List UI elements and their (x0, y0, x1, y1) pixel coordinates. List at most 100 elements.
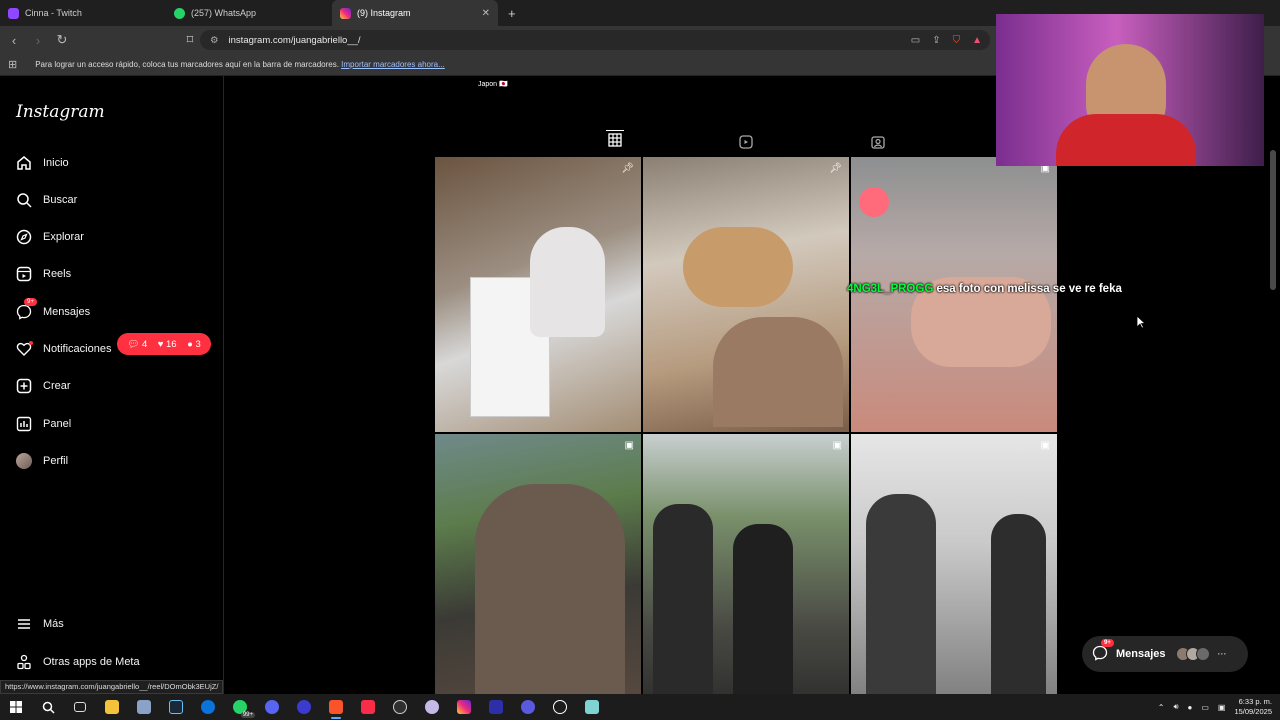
music-app-icon[interactable] (352, 694, 384, 720)
battery-icon[interactable]: ▭ (1201, 703, 1209, 712)
post-thumbnail[interactable]: 📌︎ (643, 157, 849, 432)
tab-twitch[interactable]: Cinna - Twitch (0, 0, 166, 26)
sidebar-item-crear[interactable]: Crear (16, 374, 71, 398)
post-thumbnail[interactable]: 📌︎ (435, 157, 641, 432)
post-thumbnail[interactable]: ▣ (643, 434, 849, 709)
mouse-cursor-icon (1136, 315, 1147, 334)
chat-overlay-message: 4NG3L_PROGG esa foto con melissa se ve r… (847, 283, 1122, 295)
app-icon[interactable] (288, 694, 320, 720)
sidebar-item-label: Más (43, 618, 64, 630)
bookmark-icon[interactable]: ⌑ (180, 32, 200, 48)
forward-icon[interactable]: › (28, 33, 48, 48)
back-icon[interactable]: ‹ (4, 33, 24, 48)
post-image-shape (866, 494, 936, 709)
instagram-logo[interactable]: Instagram (16, 102, 105, 122)
avatar (16, 453, 32, 469)
system-tray: ⌃ 🔊︎ ● ▭ ▣ 6:33 p. m. 15/09/2025 (1158, 694, 1272, 720)
reels-tab-icon[interactable] (737, 133, 755, 151)
streamer-webcam (996, 14, 1264, 166)
post-image-shape (683, 227, 793, 307)
compass-icon (16, 229, 32, 245)
apps-grid-icon[interactable]: ⊞ (8, 58, 17, 71)
brave-browser-icon[interactable] (320, 694, 352, 720)
page-scrollbar[interactable] (1270, 150, 1276, 290)
windows-start-icon[interactable] (0, 694, 32, 720)
microphone-icon[interactable]: ● (1187, 703, 1192, 712)
obs-icon[interactable] (384, 694, 416, 720)
app-icon[interactable] (416, 694, 448, 720)
sidebar-item-inicio[interactable]: Inicio (16, 151, 69, 175)
bookmarks-hint: Para lograr un acceso rápido, coloca tus… (35, 60, 445, 69)
address-bar[interactable]: ⚙ instagram.com/juangabriello__/ ▭ ⇪ ⛉ ▲ (200, 30, 990, 50)
discord-icon[interactable] (256, 694, 288, 720)
sidebar-item-label: Perfil (43, 455, 69, 467)
app-icon[interactable] (480, 694, 512, 720)
sidebar-item-label: Buscar (43, 194, 78, 206)
network-icon[interactable]: ▣ (1218, 703, 1226, 712)
search-icon[interactable] (32, 694, 64, 720)
post-thumbnail[interactable]: ▣ (851, 434, 1057, 709)
clock-time: 6:33 p. m. (1238, 697, 1272, 706)
sidebar-item-label: Inicio (43, 157, 69, 169)
messages-label: Mensajes (1116, 648, 1166, 660)
sidebar-item-buscar[interactable]: Buscar (16, 188, 77, 212)
site-info-icon[interactable]: ⚙ (210, 35, 219, 46)
comment-count-value: 4 (141, 338, 148, 350)
messenger-icon: 9+ (1092, 638, 1114, 664)
post-image-shape (713, 317, 843, 427)
sidebar-item-perfil[interactable]: Perfil (16, 449, 68, 473)
sidebar-item-mas[interactable]: Más (16, 612, 64, 636)
file-explorer-icon[interactable] (96, 694, 128, 720)
clock-date: 15/09/2025 (1234, 707, 1272, 716)
sidebar-item-label: Mensajes (43, 306, 91, 318)
chevron-up-icon[interactable]: ⌃ (1158, 703, 1165, 712)
brave-shield-icon[interactable]: ⛉ (953, 35, 961, 46)
sidebar-item-panel[interactable]: Panel (16, 412, 71, 436)
instagram-sidebar: Instagram Inicio Buscar Explorar Reels 9… (0, 76, 224, 694)
person-icon: ● (187, 338, 193, 350)
sidebar-item-notificaciones[interactable]: Notificaciones (16, 337, 111, 361)
chatgpt-icon[interactable] (544, 694, 576, 720)
avatar-wrapper (16, 453, 32, 469)
posts-grid-icon[interactable] (606, 130, 624, 148)
app-icon[interactable] (192, 694, 224, 720)
volume-icon[interactable]: 🔊︎ (1173, 702, 1178, 712)
floating-messages-button[interactable]: 9+ Mensajes ··· (1082, 636, 1248, 672)
sidebar-item-reels[interactable]: Reels (16, 262, 71, 286)
app-icon-shape (201, 700, 215, 714)
avatar (1195, 647, 1210, 661)
brave-rewards-icon[interactable]: ▲ (972, 35, 982, 46)
steam-icon[interactable] (160, 694, 192, 720)
post-image-shape (733, 524, 793, 709)
app-icon-shape (265, 700, 279, 714)
whatsapp-icon[interactable]: 99+ (224, 694, 256, 720)
sidebar-item-mensajes[interactable]: 9+ Mensajes (16, 298, 91, 324)
post-thumbnail[interactable]: ▣ (435, 434, 641, 709)
notifications-summary-pill[interactable]: 💬︎ 4 ♥ 16 ● 3 (117, 333, 211, 355)
tab-label: (257) WhatsApp (191, 8, 257, 18)
search-icon (16, 192, 32, 208)
sidebar-item-label: Panel (43, 418, 72, 430)
sidebar-item-meta-apps[interactable]: Otras apps de Meta (16, 650, 140, 674)
share-icon[interactable]: ⇪ (932, 35, 940, 46)
tab-instagram[interactable]: (9) Instagram ✕ (332, 0, 498, 26)
close-icon[interactable]: ✕ (482, 8, 490, 19)
sidebar-item-explorar[interactable]: Explorar (16, 225, 84, 249)
import-bookmarks-link[interactable]: Importar marcadores ahora... (341, 60, 445, 69)
post-image-shape (530, 227, 605, 337)
app-icon-shape (169, 700, 183, 714)
task-view-icon[interactable] (64, 694, 96, 720)
app-icon[interactable] (512, 694, 544, 720)
tab-whatsapp[interactable]: (257) WhatsApp (166, 0, 332, 26)
app-icon[interactable] (128, 694, 160, 720)
reload-icon[interactable]: ↻ (52, 32, 72, 48)
new-tab-button[interactable]: + (508, 6, 516, 21)
app-icon[interactable] (576, 694, 608, 720)
cast-icon[interactable]: ▭ (911, 35, 920, 46)
app-icon[interactable] (448, 694, 480, 720)
tagged-tab-icon[interactable] (869, 133, 887, 151)
sidebar-item-label: Crear (43, 380, 71, 392)
pin-icon: 📌︎ (829, 163, 842, 174)
messages-badge: 9+ (1101, 638, 1114, 647)
clock[interactable]: 6:33 p. m. 15/09/2025 (1234, 697, 1272, 717)
